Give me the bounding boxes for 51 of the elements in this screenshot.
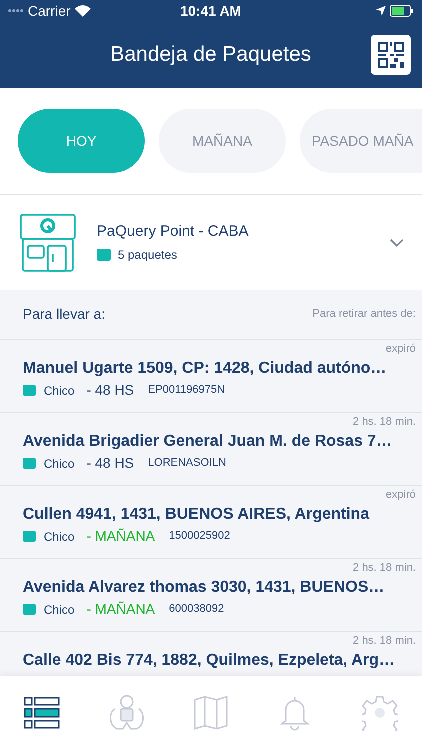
tracking-code: EP001196975N — [148, 383, 226, 398]
qr-code-icon — [378, 42, 404, 68]
deadline-label: expiró — [386, 342, 416, 356]
size-label: Chico — [44, 528, 75, 546]
store-icon — [20, 214, 76, 272]
deadline-label: 2 hs. 18 min. — [353, 561, 416, 575]
package-row[interactable]: expiró Cullen 4941, 1431, BUENOS AIRES, Argentina Chico - MAÑANA 1500025902 — [0, 486, 422, 559]
urgency-label: - 48 HS — [86, 454, 134, 473]
size-label: Chico — [44, 382, 75, 400]
wifi-icon — [74, 5, 91, 17]
package-square-icon — [23, 531, 36, 542]
package-row[interactable]: 2 hs. 18 min. Avenida Alvarez thomas 3030, 1431, BUENOS… Chico - MAÑANA 600038092 — [0, 559, 422, 632]
address-text: Manuel Ugarte 1509, CP: 1428, Ciudad autóno… — [23, 359, 388, 379]
package-row[interactable]: 2 hs. 18 min. Calle 402 Bis 774, 1882, Quilmes, Ezpeleta, Arg… — [0, 632, 422, 674]
package-row[interactable]: 2 hs. 18 min. Avenida Brigadier General Juan M. de Rosas 7… Chico - 48 HS LORENASOILN — [0, 413, 422, 486]
carrier-label: Carrier — [28, 2, 71, 20]
package-count: 5 paquetes — [118, 246, 178, 264]
package-square-icon — [23, 385, 36, 396]
settings-icon — [362, 695, 398, 731]
size-label: Chico — [44, 602, 75, 618]
header-title: Bandeja de Paquetes — [110, 42, 312, 68]
qr-code-button[interactable] — [371, 35, 411, 75]
size-label: Chico — [44, 456, 75, 472]
address-text: Avenida Brigadier General Juan M. de Rosas 7… — [23, 432, 394, 452]
battery-icon — [390, 5, 414, 17]
location-icon — [376, 6, 386, 16]
tracking-code: LORENASOILN — [148, 456, 226, 472]
tracking-code: 600038092 — [169, 602, 224, 618]
list-icon — [24, 697, 60, 729]
deadline-label: 2 hs. 18 min. — [353, 634, 416, 648]
deadline-label: expiró — [386, 488, 416, 502]
address-text: Calle 402 Bis 774, 1882, Quilmes, Ezpeleta, Arg… — [23, 651, 396, 671]
deadline-label: 2 hs. 18 min. — [353, 415, 416, 429]
map-icon — [194, 695, 228, 731]
urgency-label: - 48 HS — [86, 381, 134, 400]
package-row[interactable]: expiró Manuel Ugarte 1509, CP: 1428, Ciudad autóno… Chico - 48 HS EP001196975N — [0, 340, 422, 413]
package-square-icon — [23, 458, 36, 469]
urgency-label: - MAÑANA — [86, 527, 156, 546]
deliver-to-label: Para llevar a: — [23, 305, 106, 324]
bell-icon — [280, 695, 310, 731]
urgency-label: - MAÑANA — [86, 600, 156, 619]
address-text: Cullen 4941, 1431, BUENOS AIRES, Argentina — [23, 505, 371, 525]
pickup-point-card[interactable]: PaQuery Point - CABA 5 paquetes — [0, 195, 422, 290]
package-square-icon — [97, 248, 111, 261]
signal-icon — [8, 9, 24, 13]
clock-time: 10:41 AM — [180, 2, 242, 20]
pickup-before-label: Para retirar antes de: — [312, 307, 416, 322]
tracking-code: 1500025902 — [169, 529, 230, 544]
pickup-point-name: PaQuery Point - CABA — [97, 222, 250, 242]
package-square-icon — [23, 604, 36, 615]
address-text: Avenida Alvarez thomas 3030, 1431, BUENOS… — [23, 578, 386, 598]
